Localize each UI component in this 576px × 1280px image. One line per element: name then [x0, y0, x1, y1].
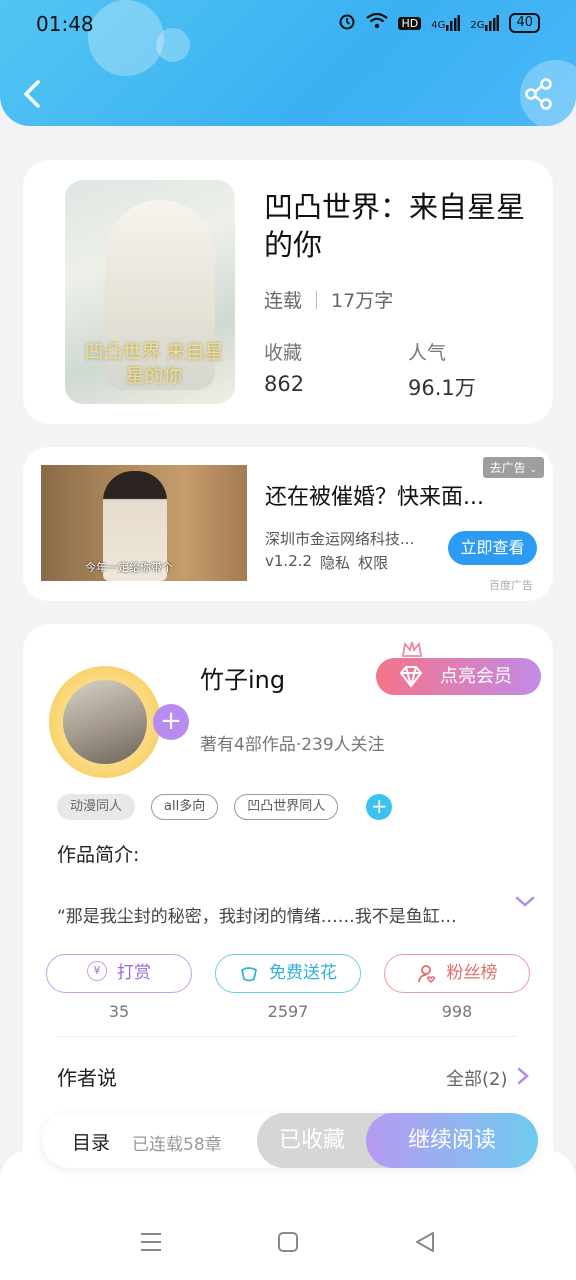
signal-4g: 4G: [431, 15, 461, 31]
book-title: 凹凸世界：来自星星的你: [264, 190, 526, 262]
author-stats: 著有4部作品·239人关注: [200, 735, 385, 755]
user-heart-icon: [417, 961, 437, 984]
decor-bubble: [156, 28, 190, 62]
book-meta: 连载 17万字: [264, 286, 393, 313]
tag[interactable]: 凹凸世界同人: [234, 794, 339, 820]
ad-privacy-link[interactable]: 隐私: [320, 552, 350, 573]
popularity-value: 96.1万: [408, 376, 476, 400]
battery-icon: 40: [509, 13, 540, 33]
saved-label: 已收藏: [278, 1128, 345, 1153]
table-of-contents-button[interactable]: 目录: [72, 1128, 110, 1155]
header: 01:48 HD 4G 2G 40: [0, 0, 576, 126]
ad-app-info: v1.2.2 隐私 权限: [265, 552, 388, 573]
divider: [57, 1036, 517, 1037]
chevron-down-icon: ⌄: [529, 465, 537, 475]
ad-source: 百度广告: [489, 579, 533, 592]
tip-button[interactable]: ¥ 打赏: [46, 954, 192, 993]
chapter-count: 已连载58章: [132, 1135, 222, 1155]
tag[interactable]: 动漫同人: [57, 794, 136, 820]
vip-button-label: 点亮会员: [440, 666, 512, 687]
author-says-heading: 作者说: [57, 1066, 117, 1090]
intro-text[interactable]: “那是我尘封的秘密，我封闭的情绪……我不是鱼缸…: [57, 902, 487, 927]
divider: [316, 290, 318, 309]
ad-cta-button[interactable]: 立即查看: [448, 531, 537, 565]
ad-card[interactable]: 今年一定给你带个 去广告 ⌄ 还在被催婚？快来面... 深圳市金运网络科技...…: [23, 447, 553, 601]
book-status: 连载: [264, 290, 303, 312]
menu-icon[interactable]: [139, 1230, 163, 1254]
crown-icon: [401, 641, 423, 657]
tag-list: 动漫同人 all多向 凹凸世界同人 +: [57, 794, 393, 820]
system-nav-bar: [0, 1150, 576, 1280]
remove-ad-label: 去广告: [489, 461, 526, 475]
ad-version: v1.2.2: [265, 552, 313, 570]
diamond-icon: [399, 666, 423, 688]
avatar-frame[interactable]: +: [49, 666, 189, 778]
author-says-all-link[interactable]: 全部(2): [446, 1065, 508, 1091]
share-icon: [525, 78, 552, 110]
tip-label: 打赏: [117, 963, 151, 983]
remove-ad-button[interactable]: 去广告 ⌄: [482, 457, 544, 478]
ad-video-thumbnail[interactable]: 今年一定给你带个: [41, 465, 247, 581]
bottom-action-bar: 目录 已连载58章 已收藏 继续阅读: [42, 1113, 538, 1168]
tip-count: 35: [108, 1002, 130, 1021]
chevron-left-icon: [24, 80, 40, 108]
decor-bubble: [88, 0, 164, 76]
fans-ranking-button[interactable]: 粉丝榜: [384, 954, 530, 993]
status-time: 01:48: [36, 12, 94, 36]
continue-reading-button[interactable]: 继续阅读: [366, 1113, 538, 1168]
back-button[interactable]: [18, 76, 50, 112]
flower-count: 2597: [267, 1002, 309, 1021]
avatar[interactable]: [63, 680, 147, 764]
favorites-label: 收藏: [264, 342, 303, 364]
vip-button[interactable]: 点亮会员: [376, 658, 541, 695]
favorites-value: 862: [264, 372, 305, 396]
cover-title-text: 凹凸世界 来自星星的你: [84, 341, 224, 387]
author-name[interactable]: 竹子ing: [200, 660, 285, 695]
back-triangle-icon[interactable]: [413, 1230, 437, 1254]
signal-2g: 2G: [470, 15, 500, 31]
share-button[interactable]: [524, 78, 554, 110]
popularity-label: 人气: [408, 342, 447, 364]
wifi-icon: [366, 12, 389, 33]
fans-ranking-label: 粉丝榜: [446, 963, 498, 983]
book-cover[interactable]: 凹凸世界 来自星星的你: [65, 180, 235, 404]
follow-author-button[interactable]: +: [153, 704, 189, 740]
ad-company: 深圳市金运网络科技...: [265, 530, 415, 548]
tag[interactable]: all多向: [151, 794, 219, 820]
book-word-count: 17万字: [331, 290, 394, 312]
send-flower-button[interactable]: 免费送花: [215, 954, 361, 993]
flower-icon: [239, 961, 259, 982]
hd-icon: HD: [398, 16, 422, 30]
send-flower-label: 免费送花: [269, 963, 337, 983]
alarm-icon: [338, 12, 356, 34]
chevron-right-icon[interactable]: [517, 1066, 529, 1086]
ad-permissions-link[interactable]: 权限: [358, 552, 388, 573]
intro-label: 作品简介:: [57, 844, 140, 866]
fans-count: 998: [441, 1002, 473, 1021]
home-icon[interactable]: [276, 1230, 300, 1254]
ad-video-caption: 今年一定给你带个: [85, 561, 173, 574]
status-icons: HD 4G 2G 40: [338, 12, 540, 34]
ad-title[interactable]: 还在被催婚？快来面...: [265, 479, 515, 511]
coin-icon: ¥: [87, 961, 107, 981]
book-info-card: 凹凸世界 来自星星的你 凹凸世界：来自星星的你 连载 17万字 收藏 862 人…: [23, 160, 553, 424]
add-tag-button[interactable]: +: [366, 794, 393, 820]
chevron-down-icon[interactable]: [513, 894, 537, 910]
